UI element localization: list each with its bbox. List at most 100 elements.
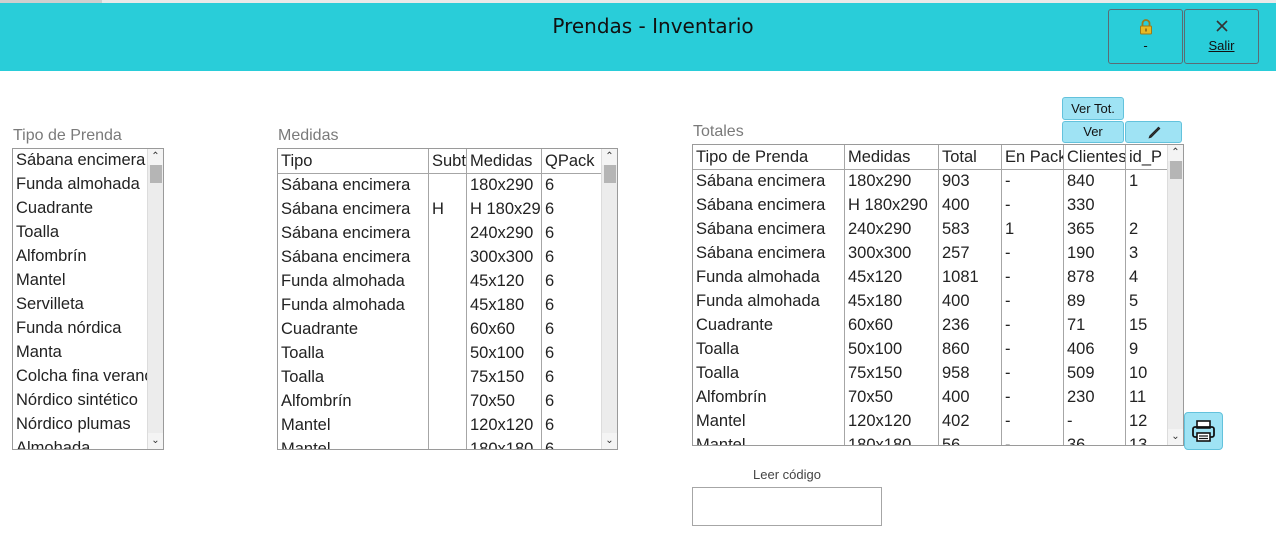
- medidas-scrollbar[interactable]: ⌃ ⌄: [601, 149, 617, 449]
- scroll-thumb[interactable]: [604, 165, 616, 183]
- print-button[interactable]: [1184, 412, 1223, 450]
- header-bar: Prendas - Inventario - Salir: [0, 3, 1276, 71]
- tipo-prenda-row[interactable]: Servilleta: [13, 292, 163, 316]
- medidas-row[interactable]: Toalla 75x150 6: [278, 365, 617, 389]
- medidas-row[interactable]: Sábana encimera H H 180x290 6: [278, 197, 617, 221]
- scroll-up-icon[interactable]: ⌃: [148, 149, 163, 165]
- tipo-prenda-row[interactable]: Almohada: [13, 436, 163, 449]
- totales-cell: 12: [1129, 412, 1148, 430]
- tipo-prenda-row[interactable]: Nórdico plumas: [13, 412, 163, 436]
- medidas-row[interactable]: Mantel 180x180 6: [278, 437, 617, 450]
- medidas-column-header[interactable]: Tipo: [278, 149, 429, 173]
- exit-button[interactable]: Salir: [1184, 9, 1259, 64]
- totales-cell: 406: [1067, 340, 1095, 358]
- totales-column-header[interactable]: Medidas: [845, 145, 939, 169]
- medidas-cell: [429, 365, 467, 389]
- tipo-prenda-row[interactable]: Manta: [13, 340, 163, 364]
- totales-cell: 45x180: [848, 292, 903, 310]
- totales-cell: 402: [942, 412, 970, 430]
- totales-cell: 3: [1129, 244, 1139, 262]
- tipo-prenda-row[interactable]: Colcha fina verano: [13, 364, 163, 388]
- medidas-cell: [429, 389, 467, 413]
- medidas-listbox[interactable]: TipoSubtipoMedidasQPack Sábana encimera 18…: [277, 148, 618, 450]
- medidas-cell: 240x290: [470, 224, 534, 242]
- medidas-cell: [429, 245, 467, 269]
- medidas-row[interactable]: Mantel 120x120 6: [278, 413, 617, 437]
- medidas-row[interactable]: Sábana encimera 240x290 6: [278, 221, 617, 245]
- totales-cell: 330: [1067, 196, 1095, 214]
- medidas-row[interactable]: Alfombrín 70x50 6: [278, 389, 617, 413]
- totales-column-divider: [1063, 145, 1064, 445]
- medidas-cell: [429, 221, 467, 245]
- totales-cell: Sábana encimera: [696, 196, 826, 214]
- edit-button[interactable]: [1125, 121, 1182, 143]
- scroll-thumb[interactable]: [150, 165, 162, 183]
- medidas-row[interactable]: Sábana encimera 180x290 6: [278, 173, 617, 197]
- totales-cell: -: [1005, 340, 1011, 358]
- totales-cell: Mantel: [696, 412, 746, 430]
- medidas-cell: 180x290: [470, 176, 534, 194]
- totales-cell: 180x290: [848, 172, 912, 190]
- medidas-column-header[interactable]: Medidas: [467, 149, 542, 173]
- exit-button-label: Salir: [1208, 38, 1235, 53]
- totales-cell: 1: [1129, 172, 1139, 190]
- tipo-prenda-row[interactable]: Toalla: [13, 220, 163, 244]
- close-icon: [1185, 19, 1258, 37]
- medidas-label: Medidas: [278, 127, 339, 144]
- tipo-prenda-row[interactable]: Cuadrante: [13, 196, 163, 220]
- totales-column-header[interactable]: Clientes: [1064, 145, 1126, 169]
- tipo-prenda-row[interactable]: Nórdico sintético: [13, 388, 163, 412]
- tipo-prenda-row[interactable]: Funda almohada: [13, 172, 163, 196]
- scroll-down-icon[interactable]: ⌄: [602, 433, 617, 449]
- scroll-down-icon[interactable]: ⌄: [148, 433, 163, 449]
- tipo-prenda-row[interactable]: Funda nórdica: [13, 316, 163, 340]
- totales-cell: 583: [942, 220, 970, 238]
- codigo-input[interactable]: [692, 487, 882, 526]
- totales-column-header[interactable]: En Pack: [1002, 145, 1064, 169]
- totales-column-header[interactable]: id_P: [1126, 145, 1168, 169]
- scroll-up-icon[interactable]: ⌃: [1168, 145, 1183, 161]
- totales-listbox[interactable]: Tipo de Prenda Medidas Total En Pack Cliente…: [692, 144, 1184, 446]
- medidas-row[interactable]: Toalla 50x100 6: [278, 341, 617, 365]
- totales-cell: -: [1067, 412, 1073, 430]
- tipo-prenda-row[interactable]: Mantel: [13, 268, 163, 292]
- medidas-column-header[interactable]: Subtipo: [429, 149, 467, 173]
- medidas-row[interactable]: Funda almohada 45x180 6: [278, 293, 617, 317]
- ver-totales-button[interactable]: Ver Tot.: [1062, 97, 1124, 120]
- tipo-prenda-cell: Manta: [16, 343, 62, 361]
- medidas-cell: [429, 437, 467, 449]
- medidas-cell: 120x120: [470, 416, 534, 434]
- totales-cell: -: [1005, 292, 1011, 310]
- tipo-prenda-row[interactable]: Sábana encimera: [13, 149, 163, 172]
- totales-column-divider: [1125, 145, 1126, 445]
- medidas-row[interactable]: Funda almohada 45x120 6: [278, 269, 617, 293]
- totales-cell: -: [1005, 172, 1011, 190]
- totales-cell: 400: [942, 292, 970, 310]
- totales-column-header[interactable]: Total: [939, 145, 1002, 169]
- totales-scrollbar[interactable]: ⌃ ⌄: [1167, 145, 1183, 445]
- totales-column-header[interactable]: Tipo de Prenda: [693, 145, 845, 169]
- tipo-prenda-scrollbar[interactable]: ⌃ ⌄: [147, 149, 163, 449]
- medidas-cell: 6: [545, 440, 555, 450]
- medidas-column-header[interactable]: QPack: [542, 149, 602, 173]
- medidas-row[interactable]: Sábana encimera 300x300 6: [278, 245, 617, 269]
- ver-button[interactable]: Ver: [1062, 121, 1124, 143]
- tipo-prenda-cell: Alfombrín: [16, 247, 87, 265]
- lock-button[interactable]: -: [1108, 9, 1183, 64]
- scroll-up-icon[interactable]: ⌃: [602, 149, 617, 165]
- scroll-down-icon[interactable]: ⌄: [1168, 429, 1183, 445]
- medidas-row[interactable]: Cuadrante 60x60 6: [278, 317, 617, 341]
- totales-cell: 257: [942, 244, 970, 262]
- tipo-prenda-label: Tipo de Prenda: [13, 127, 122, 144]
- totales-cell: Funda almohada: [696, 268, 820, 286]
- totales-cell: 840: [1067, 172, 1095, 190]
- medidas-cell: 50x100: [470, 344, 525, 362]
- tipo-prenda-cell: Nórdico sintético: [16, 391, 138, 409]
- totales-cell: Sábana encimera: [696, 244, 826, 262]
- tipo-prenda-listbox[interactable]: Sábana encimera Funda almohada Cuadrante To…: [12, 148, 164, 450]
- totales-cell: 365: [1067, 220, 1095, 238]
- scroll-thumb[interactable]: [1170, 161, 1182, 179]
- totales-cell: [1126, 193, 1168, 217]
- tipo-prenda-row[interactable]: Alfombrín: [13, 244, 163, 268]
- medidas-cell: 6: [545, 272, 555, 290]
